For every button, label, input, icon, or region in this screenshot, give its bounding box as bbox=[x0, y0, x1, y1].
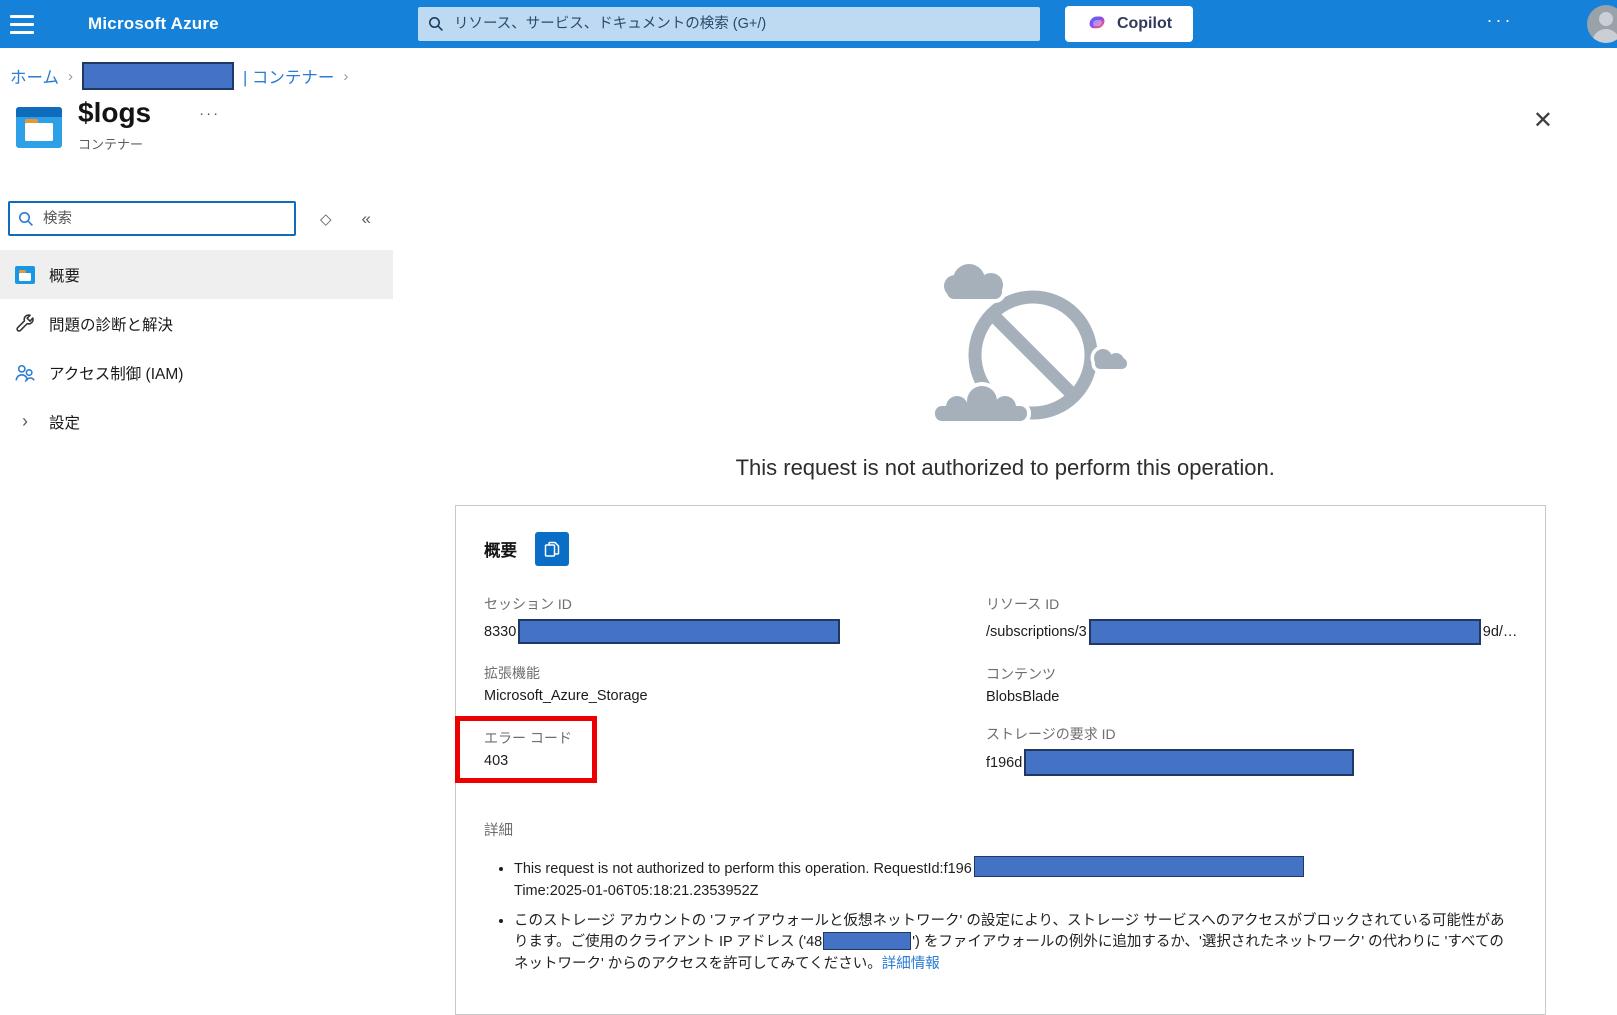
sidebar-filter-icon[interactable]: ◇ bbox=[320, 210, 332, 228]
container-icon bbox=[14, 266, 36, 284]
details-section-label: 詳細 bbox=[484, 819, 1517, 840]
sidebar-item-overview[interactable]: 概要 bbox=[0, 250, 393, 299]
sidebar-item-access-control[interactable]: アクセス制御 (IAM) bbox=[0, 348, 393, 397]
topbar-more-icon[interactable]: ··· bbox=[1478, 10, 1522, 38]
redacted-storage-request-id bbox=[1024, 749, 1354, 776]
copilot-icon bbox=[1086, 13, 1108, 35]
field-label: ストレージの要求 ID bbox=[986, 724, 1517, 744]
details-bullet-list: This request is not authorized to perfor… bbox=[496, 856, 1517, 976]
bullet-time: Time:2025-01-06T05:18:21.2353952Z bbox=[514, 883, 759, 899]
blade-sidebar: ◇ « 概要 問題の診断と解決 bbox=[0, 191, 393, 1015]
field-label: コンテンツ bbox=[986, 664, 1517, 684]
search-icon bbox=[18, 211, 34, 227]
page-title: $logs bbox=[78, 97, 151, 129]
field-storage-request-id: ストレージの要求 ID f196d bbox=[986, 724, 1517, 776]
copilot-button[interactable]: Copilot bbox=[1065, 6, 1193, 42]
breadcrumb-containers-link[interactable]: | コンテナー bbox=[243, 64, 334, 88]
field-label: 拡張機能 bbox=[484, 663, 956, 683]
field-value: /subscriptions/3 bbox=[986, 624, 1087, 640]
redacted-resource-id bbox=[1089, 619, 1481, 645]
fields-left-column: セッション ID 8330 拡張機能 Microsoft_Azure_Stora… bbox=[484, 594, 956, 795]
blade-more-icon[interactable]: ··· bbox=[199, 105, 220, 122]
detail-bullet-firewall: このストレージ アカウントの 'ファイアウォールと仮想ネットワーク' の設定によ… bbox=[514, 911, 1517, 976]
sidebar-item-label: 概要 bbox=[49, 264, 80, 286]
main-content: This request is not authorized to perfor… bbox=[393, 191, 1617, 1015]
field-value: BlobsBlade bbox=[986, 689, 1517, 705]
field-session-id: セッション ID 8330 bbox=[484, 594, 956, 644]
person-icon bbox=[1587, 5, 1617, 43]
field-value: Microsoft_Azure_Storage bbox=[484, 688, 956, 704]
hamburger-menu-icon[interactable] bbox=[10, 7, 44, 41]
blade-header: $logs ··· コンテナー ✕ bbox=[0, 91, 1617, 191]
breadcrumb-home-link[interactable]: ホーム bbox=[10, 64, 59, 88]
global-search-input[interactable] bbox=[452, 15, 1030, 33]
redacted-storage-account-name bbox=[82, 62, 234, 90]
copy-button[interactable] bbox=[535, 532, 569, 566]
more-info-link[interactable]: 詳細情報 bbox=[882, 956, 940, 972]
container-icon bbox=[16, 107, 62, 149]
chevron-right-icon: › bbox=[14, 411, 36, 432]
fields-right-column: リソース ID /subscriptions/3 9d/… コンテンツ Blobs… bbox=[986, 594, 1517, 795]
close-blade-button[interactable]: ✕ bbox=[1527, 105, 1559, 136]
chevron-right-icon: › bbox=[343, 68, 348, 85]
page-subtitle: コンテナー bbox=[78, 134, 1617, 153]
account-avatar[interactable] bbox=[1587, 5, 1617, 43]
detail-bullet-request: This request is not authorized to perfor… bbox=[514, 856, 1517, 903]
people-icon bbox=[14, 362, 36, 384]
field-label: エラー コード bbox=[484, 728, 572, 748]
chevron-right-icon: › bbox=[68, 68, 73, 85]
redacted-session-id bbox=[518, 619, 840, 644]
error-message: This request is not authorized to perfor… bbox=[393, 455, 1617, 481]
sidebar-group-settings[interactable]: › 設定 bbox=[0, 397, 393, 446]
sidebar-search-box[interactable] bbox=[8, 201, 296, 236]
sidebar-item-label: 設定 bbox=[49, 411, 80, 433]
details-heading: 概要 bbox=[484, 537, 517, 561]
field-label: セッション ID bbox=[484, 594, 956, 614]
field-value: 9d/… bbox=[1483, 624, 1518, 640]
field-content: コンテンツ BlobsBlade bbox=[986, 664, 1517, 705]
field-resource-id: リソース ID /subscriptions/3 9d/… bbox=[986, 594, 1517, 645]
redacted-client-ip bbox=[823, 932, 911, 950]
copilot-label: Copilot bbox=[1117, 15, 1172, 33]
field-value: 8330 bbox=[484, 624, 516, 640]
sidebar-item-label: 問題の診断と解決 bbox=[49, 313, 173, 335]
azure-brand: Microsoft Azure bbox=[88, 14, 219, 34]
wrench-icon bbox=[14, 313, 36, 335]
bullet-text: This request is not authorized to perfor… bbox=[514, 861, 972, 877]
field-extension: 拡張機能 Microsoft_Azure_Storage bbox=[484, 663, 956, 704]
breadcrumb: ホーム › | コンテナー › bbox=[10, 61, 1617, 91]
sidebar-collapse-icon[interactable]: « bbox=[362, 209, 371, 229]
sidebar-item-label: アクセス制御 (IAM) bbox=[49, 362, 183, 384]
redacted-request-id bbox=[974, 856, 1304, 877]
error-details-card: 概要 セッション ID 8330 拡張機能 Microso bbox=[455, 505, 1546, 1015]
field-label: リソース ID bbox=[986, 594, 1517, 614]
field-value: 403 bbox=[484, 753, 572, 769]
sidebar-search-input[interactable] bbox=[41, 210, 286, 228]
azure-top-bar: Microsoft Azure Copilot ··· bbox=[0, 0, 1617, 48]
search-icon bbox=[428, 16, 444, 32]
copy-icon bbox=[543, 540, 561, 558]
field-error-code: エラー コード 403 bbox=[484, 728, 572, 769]
field-value: f196d bbox=[986, 755, 1022, 771]
sidebar-item-diagnose[interactable]: 問題の診断と解決 bbox=[0, 299, 393, 348]
error-code-annotation-box: エラー コード 403 bbox=[455, 716, 597, 783]
global-search-box[interactable] bbox=[418, 7, 1040, 41]
access-blocked-illustration bbox=[925, 255, 1137, 431]
